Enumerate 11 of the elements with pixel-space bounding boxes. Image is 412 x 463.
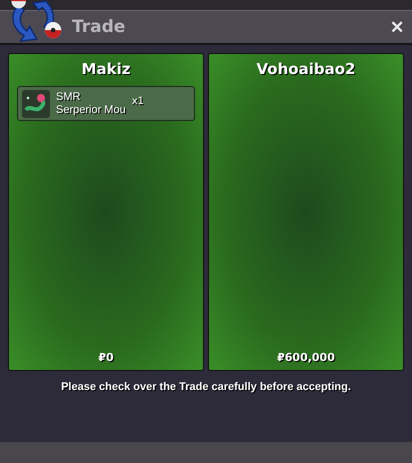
trader-name: Makiz bbox=[82, 60, 130, 78]
item-description: Serperior Mou bbox=[56, 104, 126, 116]
close-button[interactable]: ✕ bbox=[388, 16, 406, 38]
money-amount: ₽0 bbox=[98, 351, 114, 364]
money-amount: ₽600,000 bbox=[277, 351, 335, 364]
serpent-icon bbox=[22, 90, 50, 118]
window-title: Trade bbox=[72, 17, 126, 37]
trade-message: Please check over the Trade carefully before accepting. bbox=[60, 381, 352, 393]
trader-name: Vohoaibao2 bbox=[256, 60, 356, 78]
item-quantity: x1 bbox=[132, 96, 144, 107]
item-name: SMR bbox=[56, 90, 82, 104]
